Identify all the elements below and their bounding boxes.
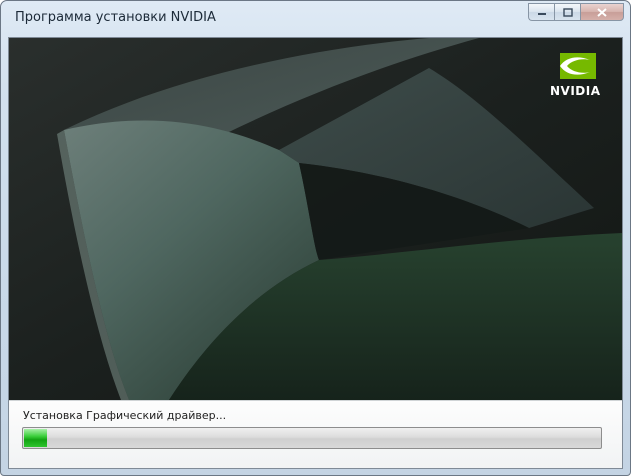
- install-progress-bar: [22, 427, 602, 449]
- nvidia-logo: NVIDIA: [546, 52, 612, 98]
- install-status-text: Установка Графический драйвер...: [23, 409, 227, 422]
- minimize-icon: [537, 13, 546, 15]
- maximize-button[interactable]: [554, 3, 580, 21]
- status-panel: Установка Графический драйвер...: [9, 400, 622, 468]
- close-icon: [597, 7, 607, 17]
- minimize-button[interactable]: [528, 3, 554, 21]
- nvidia-eye-logo: [560, 53, 596, 79]
- nvidia-logo-text: NVIDIA: [550, 84, 601, 98]
- caption-buttons: [528, 3, 624, 23]
- installer-window: Программа установки NVIDIA NVIDIA Устано…: [0, 0, 631, 476]
- window-title: Программа установки NVIDIA: [15, 10, 216, 25]
- title-bar[interactable]: Программа установки NVIDIA: [1, 1, 630, 37]
- close-button[interactable]: [580, 3, 624, 21]
- maximize-icon: [562, 7, 573, 17]
- installer-content: NVIDIA Установка Графический драйвер...: [8, 37, 623, 469]
- install-progress-fill: [24, 429, 47, 447]
- background-artwork: [9, 38, 622, 400]
